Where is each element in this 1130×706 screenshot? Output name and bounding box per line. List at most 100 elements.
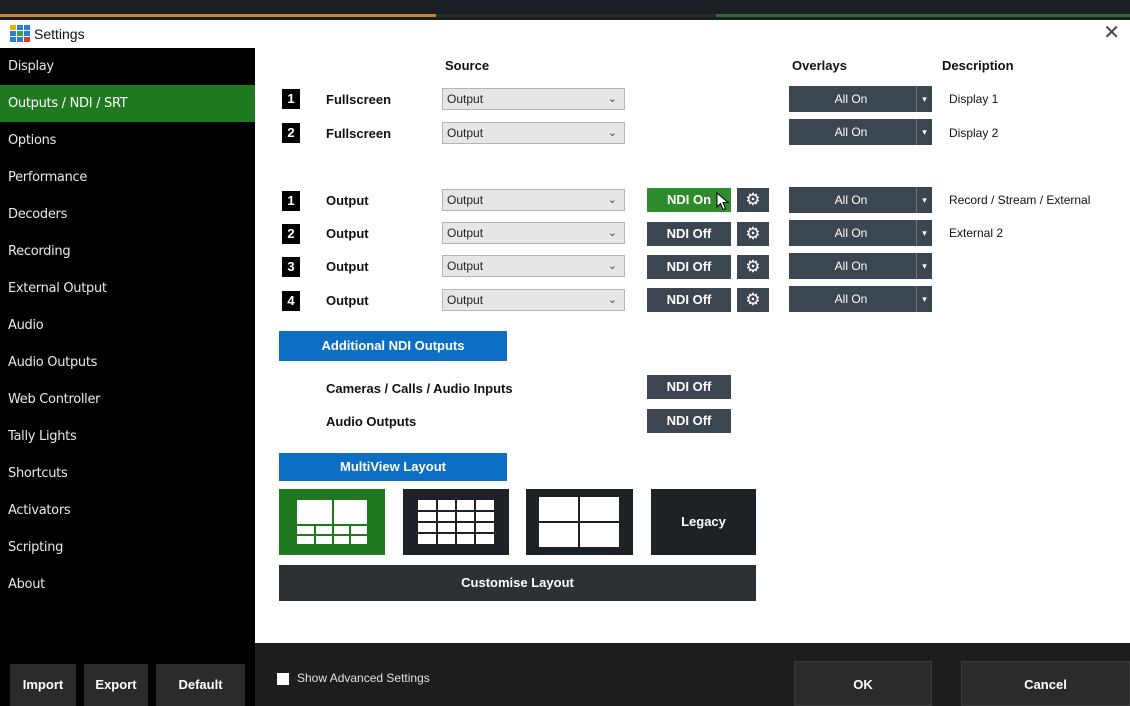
- gear-icon[interactable]: ⚙: [737, 255, 769, 279]
- output-2-overlay-select[interactable]: All On ▾: [789, 220, 932, 246]
- sidebar-item-external-output[interactable]: External Output: [0, 270, 255, 307]
- sidebar: Display Outputs / NDI / SRT Options Perf…: [0, 48, 255, 706]
- gear-icon[interactable]: ⚙: [737, 188, 769, 212]
- sidebar-item-options[interactable]: Options: [0, 122, 255, 159]
- fullscreen-2-description: Display 2: [949, 126, 999, 140]
- strip-segment: [0, 14, 436, 17]
- dropdown-arrow-icon: ▾: [916, 119, 932, 145]
- sidebar-item-tally-lights[interactable]: Tally Lights: [0, 418, 255, 455]
- default-button[interactable]: Default: [156, 664, 245, 706]
- sidebar-item-recording[interactable]: Recording: [0, 233, 255, 270]
- title-bar: Settings ✕: [0, 20, 1130, 48]
- settings-panel: Source Overlays Description 1 Fullscreen…: [255, 48, 1130, 643]
- sidebar-item-activators[interactable]: Activators: [0, 492, 255, 529]
- select-value: Output: [447, 259, 484, 273]
- source-header: Source: [445, 58, 490, 73]
- chevron-down-icon: ⌄: [607, 227, 617, 239]
- output-2-ndi-toggle[interactable]: NDI Off: [647, 222, 731, 246]
- overlay-value: All On: [834, 193, 868, 207]
- chevron-down-icon: ⌄: [607, 93, 617, 105]
- output-1-source-select[interactable]: Output ⌄: [442, 189, 625, 211]
- output-label: Output: [326, 226, 369, 241]
- output-3-ndi-toggle[interactable]: NDI Off: [647, 255, 731, 279]
- row-number: 1: [282, 191, 300, 211]
- sidebar-item-decoders[interactable]: Decoders: [0, 196, 255, 233]
- additional-ndi-outputs-button[interactable]: Additional NDI Outputs: [279, 331, 507, 361]
- overlay-value: All On: [834, 292, 868, 306]
- output-1-overlay-select[interactable]: All On ▾: [789, 187, 932, 213]
- sidebar-item-audio-outputs[interactable]: Audio Outputs: [0, 344, 255, 381]
- sidebar-item-shortcuts[interactable]: Shortcuts: [0, 455, 255, 492]
- close-icon[interactable]: ✕: [1103, 23, 1120, 43]
- cancel-button[interactable]: Cancel: [961, 661, 1130, 706]
- output-2-description: External 2: [949, 226, 1004, 240]
- select-value: Output: [447, 92, 484, 106]
- dropdown-arrow-icon: ▾: [916, 253, 932, 279]
- fullscreen-2-source-select[interactable]: Output ⌄: [442, 122, 625, 144]
- layout-grid-icon: [539, 497, 619, 547]
- chevron-down-icon: ⌄: [607, 194, 617, 206]
- sidebar-item-about[interactable]: About: [0, 566, 255, 603]
- dropdown-arrow-icon: ▾: [916, 187, 932, 213]
- gear-icon[interactable]: ⚙: [737, 288, 769, 312]
- select-value: Output: [447, 226, 484, 240]
- cameras-calls-audio-label: Cameras / Calls / Audio Inputs: [326, 381, 513, 396]
- output-4-overlay-select[interactable]: All On ▾: [789, 286, 932, 312]
- sidebar-item-outputs-ndi-srt[interactable]: Outputs / NDI / SRT: [0, 85, 255, 122]
- sidebar-item-display[interactable]: Display: [0, 48, 255, 85]
- chevron-down-icon: ⌄: [607, 127, 617, 139]
- dropdown-arrow-icon: ▾: [916, 286, 932, 312]
- fullscreen-label: Fullscreen: [326, 92, 392, 107]
- sidebar-item-audio[interactable]: Audio: [0, 307, 255, 344]
- row-number: 1: [282, 89, 300, 109]
- dropdown-arrow-icon: ▾: [916, 220, 932, 246]
- export-button[interactable]: Export: [84, 664, 148, 706]
- import-button[interactable]: Import: [10, 664, 76, 706]
- select-value: Output: [447, 193, 484, 207]
- ok-button[interactable]: OK: [794, 661, 932, 706]
- layout-legacy-button[interactable]: Legacy: [651, 489, 756, 555]
- row-number: 2: [282, 224, 300, 244]
- chevron-down-icon: ⌄: [607, 294, 617, 306]
- dropdown-arrow-icon: ▾: [916, 86, 932, 112]
- output-3-overlay-select[interactable]: All On ▾: [789, 253, 932, 279]
- layout-option-1[interactable]: [279, 489, 385, 555]
- select-value: Output: [447, 293, 484, 307]
- show-advanced-checkbox[interactable]: [277, 673, 289, 685]
- description-header: Description: [942, 58, 1014, 73]
- output-3-source-select[interactable]: Output ⌄: [442, 255, 625, 277]
- fullscreen-1-overlay-select[interactable]: All On ▾: [789, 86, 932, 112]
- layout-option-2[interactable]: [403, 489, 509, 555]
- strip-segment: [436, 14, 716, 17]
- app-grid-icon: [10, 25, 30, 43]
- output-label: Output: [326, 259, 369, 274]
- row-number: 4: [282, 291, 300, 311]
- window-title: Settings: [34, 26, 85, 42]
- row-number: 3: [282, 257, 300, 277]
- output-4-source-select[interactable]: Output ⌄: [442, 289, 625, 311]
- multiview-layout-button[interactable]: MultiView Layout: [279, 453, 507, 481]
- dialog-footer: Show Advanced Settings OK Cancel: [255, 643, 1130, 706]
- window-top-strip: [0, 0, 1130, 20]
- strip-segment: [716, 14, 1130, 17]
- overlay-value: All On: [834, 92, 868, 106]
- layout-option-3[interactable]: [526, 489, 633, 555]
- fullscreen-1-source-select[interactable]: Output ⌄: [442, 88, 625, 110]
- sidebar-item-scripting[interactable]: Scripting: [0, 529, 255, 566]
- layout-grid-icon: [297, 500, 367, 544]
- output-1-description: Record / Stream / External: [949, 193, 1091, 207]
- customise-layout-button[interactable]: Customise Layout: [279, 565, 756, 601]
- output-2-source-select[interactable]: Output ⌄: [442, 222, 625, 244]
- gear-icon[interactable]: ⚙: [737, 222, 769, 246]
- sidebar-item-performance[interactable]: Performance: [0, 159, 255, 196]
- cameras-ndi-toggle[interactable]: NDI Off: [647, 375, 731, 399]
- output-4-ndi-toggle[interactable]: NDI Off: [647, 288, 731, 312]
- overlay-value: All On: [834, 259, 868, 273]
- chevron-down-icon: ⌄: [607, 260, 617, 272]
- audio-outputs-ndi-toggle[interactable]: NDI Off: [647, 409, 731, 433]
- select-value: Output: [447, 126, 484, 140]
- output-label: Output: [326, 193, 369, 208]
- fullscreen-2-overlay-select[interactable]: All On ▾: [789, 119, 932, 145]
- row-number: 2: [282, 123, 300, 143]
- sidebar-item-web-controller[interactable]: Web Controller: [0, 381, 255, 418]
